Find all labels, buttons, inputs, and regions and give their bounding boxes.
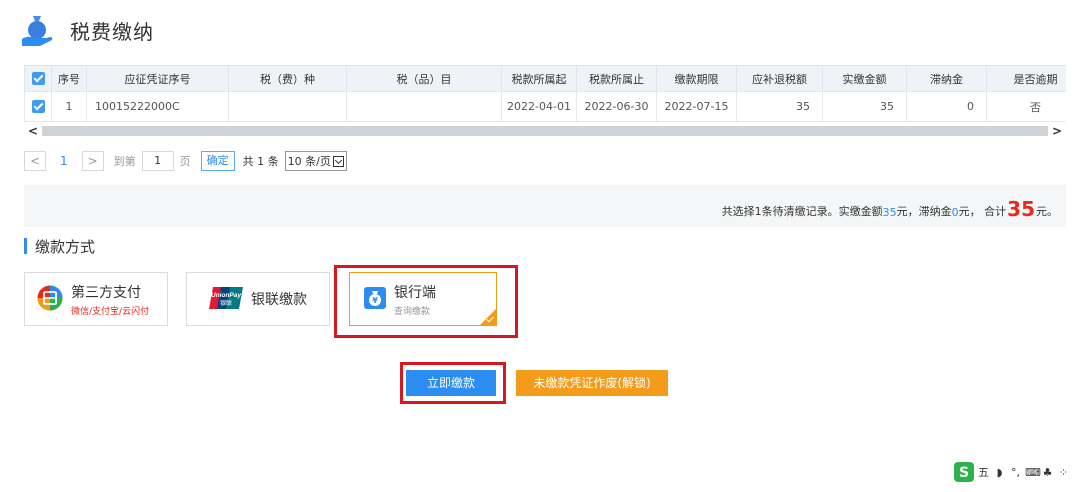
summary-total: 35 [1007,197,1035,221]
next-page-button[interactable]: > [81,151,104,171]
chevron-down-icon [332,155,344,167]
void-voucher-button[interactable]: 未缴款凭证作废(解锁) [516,370,668,396]
summary-mid2: 元， 合计 [958,205,1007,218]
column-header: 缴款期限 [656,65,737,92]
summary-late-fee: 0 [951,206,959,219]
column-header: 序号 [51,65,87,92]
cell-period-end: 2022-06-30 [576,91,657,122]
scrollbar-thumb[interactable] [42,126,1048,136]
select-all-checkbox[interactable] [24,65,52,92]
payment-option-unionpay[interactable]: UnionPay 银联 银联缴款 [186,272,330,326]
section-title: 缴款方式 [35,237,96,256]
column-header: 滞纳金 [906,65,987,92]
summary-mid1: 元，滞纳金 [896,205,952,218]
horizontal-scrollbar[interactable]: < > [24,124,1066,138]
unionpay-label: 银联缴款 [251,292,307,308]
summary-prefix: 共选择1条待清缴记录。实缴金额 [721,205,883,218]
scan-pay-icon [37,285,63,314]
ime-moon-icon[interactable]: ◗ [993,466,1006,479]
cell-late-fee: 0 [906,91,987,122]
payment-method-heading: 缴款方式 [24,236,95,256]
row-checkbox[interactable] [24,91,52,122]
column-header: 实缴金额 [822,65,907,92]
table-row[interactable]: 1 10015222000C 2022-04-01 2022-06-30 202… [24,91,1066,122]
scroll-left-button[interactable]: < [24,124,42,138]
ime-toolbar[interactable]: S 五 ◗ °, ⌨ ♣ ⁘ [954,462,1070,482]
ime-keyboard-icon[interactable]: ⌨ [1025,466,1041,479]
column-header: 税款所属止 [576,65,657,92]
ime-grid-icon[interactable]: ⁘ [1057,466,1070,479]
goto-label: 到第 [113,155,136,168]
page-unit-label: 页 [179,155,191,168]
page-header: 税费缴纳 [20,10,154,50]
ime-mode-icon[interactable]: 五 [977,466,990,479]
third-party-sub: 微信/支付宝/云闪付 [71,306,150,317]
page-title: 税费缴纳 [70,19,154,44]
prev-page-button[interactable]: < [24,151,46,171]
column-header: 税款所属起 [501,65,577,92]
ime-logo-text: S [959,465,969,481]
column-header: 税（品）目 [346,65,502,92]
cell-period-start: 2022-04-01 [501,91,577,122]
money-bag-hand-icon [20,13,54,47]
pay-now-button[interactable]: 立即缴款 [406,370,496,396]
ime-user-icon[interactable]: ♣ [1041,466,1054,479]
summary-paid-amount: 35 [882,206,897,219]
goto-page-input[interactable]: 1 [141,151,174,171]
column-header: 税（费）种 [228,65,347,92]
heading-accent-bar [24,238,27,254]
summary-suffix: 元。 [1036,205,1058,218]
cell-tax-item [346,91,502,122]
third-party-text: 第三方支付 微信/支付宝/云闪付 [71,282,149,317]
total-count: 共 1 条 [242,155,279,168]
page-number[interactable]: 1 [60,154,68,168]
column-header: 应征凭证序号 [86,65,229,92]
cell-payable: 35 [736,91,823,122]
page-size-select[interactable]: 10 条/页 [284,151,347,171]
ime-punct-icon[interactable]: °, [1009,466,1022,479]
pagination: < 1 > 到第 1 页 确定 共 1 条 10 条/页 [24,150,347,172]
column-header: 应补退税额 [736,65,823,92]
cell-index: 1 [51,91,87,122]
cell-tax-type [228,91,347,122]
column-header: 是否逾期 [986,65,1066,92]
highlight-frame-bank [334,265,518,338]
cell-paid: 35 [822,91,907,122]
third-party-label: 第三方支付 [71,284,141,301]
cell-deadline: 2022-07-15 [656,91,737,122]
goto-confirm-button[interactable]: 确定 [200,151,235,171]
payment-option-third-party[interactable]: 第三方支付 微信/支付宝/云闪付 [24,272,168,326]
scroll-right-button[interactable]: > [1048,124,1066,138]
cell-overdue: 否 [986,91,1066,122]
table-header-row: 序号 应征凭证序号 税（费）种 税（品）目 税款所属起 税款所属止 缴款期限 应… [24,65,1066,92]
unionpay-logo-bottom: 银联 [220,299,232,307]
unionpay-logo-icon: UnionPay 银联 [209,286,243,312]
page-size-value: 10 条/页 [287,155,331,168]
sogou-logo-icon[interactable]: S [954,462,974,482]
payment-summary: 共选择1条待清缴记录。实缴金额 35 元，滞纳金 0 元， 合计 35 元。 [24,185,1066,227]
unionpay-logo-top: UnionPay [211,292,241,299]
cell-voucher-no: 10015222000C [86,91,229,122]
